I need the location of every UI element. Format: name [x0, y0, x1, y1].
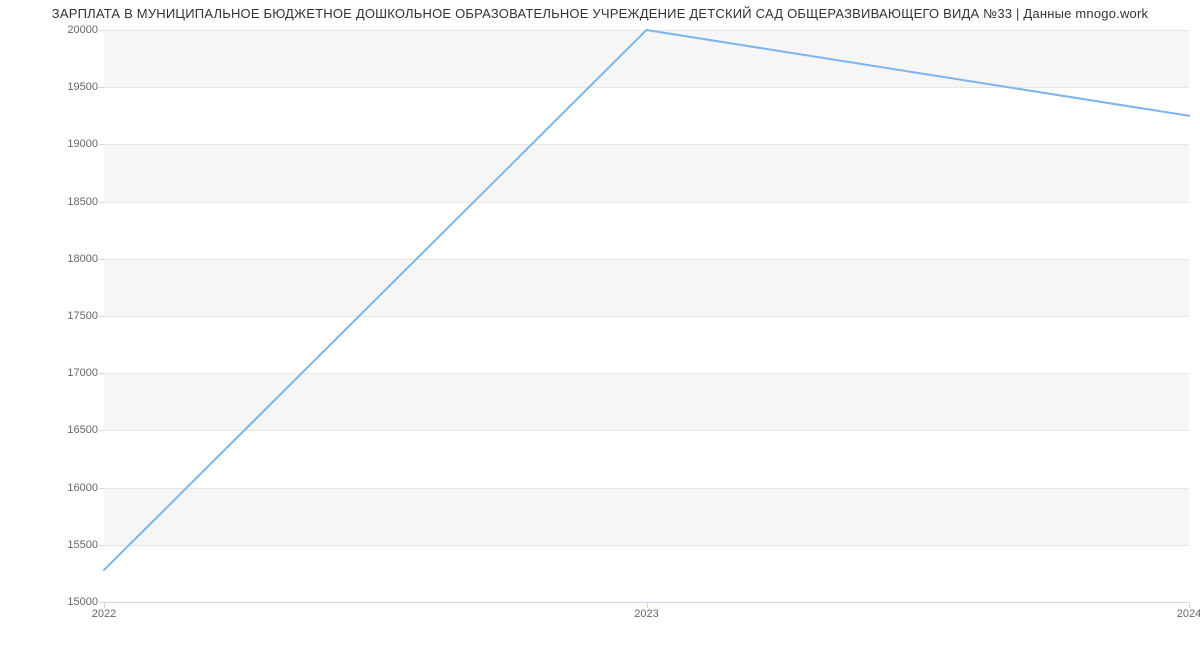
x-tick-mark [104, 602, 105, 608]
y-tick-label: 15500 [8, 539, 98, 551]
y-tick-label: 15000 [8, 596, 98, 608]
y-tick-label: 18000 [8, 253, 98, 265]
y-tick-label: 16000 [8, 482, 98, 494]
y-tick-mark [99, 202, 104, 203]
y-tick-mark [99, 545, 104, 546]
y-tick-label: 16500 [8, 424, 98, 436]
y-tick-mark [99, 488, 104, 489]
chart-title: ЗАРПЛАТА В МУНИЦИПАЛЬНОЕ БЮДЖЕТНОЕ ДОШКО… [0, 6, 1200, 21]
y-tick-mark [99, 316, 104, 317]
y-tick-label: 18500 [8, 196, 98, 208]
x-tick-mark [1189, 602, 1190, 608]
series-line [104, 30, 1189, 570]
plot-area [104, 30, 1189, 602]
x-tick-label: 2022 [92, 608, 116, 620]
chart-container: ЗАРПЛАТА В МУНИЦИПАЛЬНОЕ БЮДЖЕТНОЕ ДОШКО… [0, 0, 1200, 650]
x-tick-mark [647, 602, 648, 608]
y-tick-mark [99, 87, 104, 88]
y-tick-mark [99, 430, 104, 431]
y-tick-label: 17500 [8, 310, 98, 322]
x-tick-label: 2023 [634, 608, 658, 620]
y-tick-label: 20000 [8, 24, 98, 36]
line-series [104, 30, 1189, 602]
y-tick-mark [99, 373, 104, 374]
y-tick-label: 17000 [8, 367, 98, 379]
y-tick-mark [99, 30, 104, 31]
y-tick-mark [99, 144, 104, 145]
x-tick-label: 2024 [1177, 608, 1200, 620]
y-tick-label: 19000 [8, 138, 98, 150]
y-tick-mark [99, 259, 104, 260]
y-tick-label: 19500 [8, 81, 98, 93]
